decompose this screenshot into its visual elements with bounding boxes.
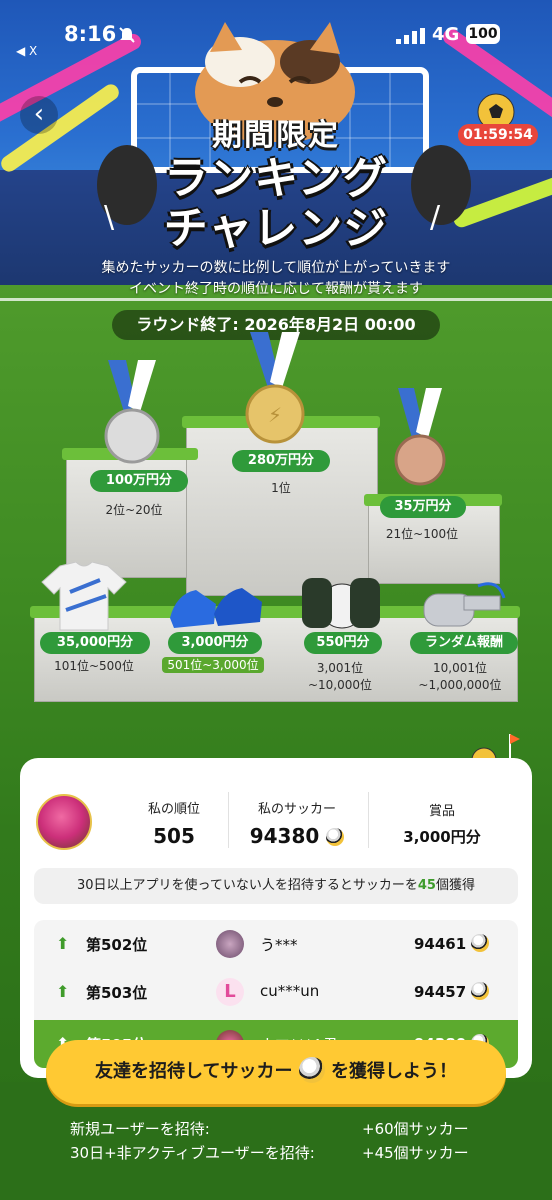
row-score-value: 94457 (414, 983, 467, 1001)
rank-range: 2位~20位 (105, 503, 163, 517)
battery-indicator: 100 (466, 24, 500, 44)
svg-text:⚡: ⚡ (268, 403, 282, 427)
user-avatar (216, 930, 244, 958)
soccer-ball-icon (471, 934, 490, 952)
invite-note-text: 個獲得 (435, 878, 475, 893)
rank-range: 501位~3,000位 (158, 657, 268, 674)
rank-range: 101位~500位 (54, 659, 134, 673)
gold-medal-icon: ⚡ (245, 332, 305, 444)
rank-up-icon: ⬆ (56, 982, 70, 1001)
avatar[interactable] (36, 794, 92, 850)
soccer-ball-icon (471, 982, 490, 1000)
my-rank-label: 私の順位 (147, 802, 200, 817)
rank-range: 21位~100位 (385, 527, 459, 541)
clock: 8:16 (64, 22, 117, 46)
prize-badge: 280万円分 (232, 450, 330, 472)
prize-label: 賞品 (428, 804, 455, 819)
decor-slash: / (430, 200, 441, 235)
jersey-icon (41, 562, 127, 631)
prize-badge: 3,000円分 (168, 632, 262, 654)
whistle-icon (423, 582, 506, 627)
my-rank-value: 505 (153, 824, 195, 848)
back-button[interactable]: ‹ (20, 96, 58, 134)
row-rank: 第503位 (86, 984, 148, 1002)
rank-range: 10,001位 ~1,000,000位 (400, 660, 520, 694)
rank-range-line: ~10,000位 (307, 678, 373, 692)
goalkeeper-gloves-icon (302, 578, 380, 629)
rank-range-line: ~1,000,000位 (418, 678, 502, 692)
reward-value: +45個サッカー (362, 1144, 469, 1162)
row-score-value: 94461 (414, 935, 467, 953)
network-type: 4G (432, 24, 460, 45)
rank-range: 1位 (271, 481, 291, 495)
leaderboard-row: ⬆ 第503位 L cu***un 94457 (34, 968, 518, 1016)
invite-friends-button[interactable]: 友達を招待してサッカー を獲得しよう！ (46, 1040, 506, 1104)
soccer-ball-icon (326, 828, 345, 846)
title-line-2: ランキング (164, 153, 388, 204)
row-score: 94457 (414, 982, 490, 1001)
prize-badge: 35,000円分 (40, 632, 150, 654)
title-line-3: チャレンジ (163, 203, 389, 254)
row-username: う*** (260, 936, 298, 954)
rank-range: 3,001位 ~10,000位 (290, 660, 390, 694)
invite-note-count: 45 (417, 878, 436, 893)
invite-note-text: 30日以上アプリを使っていない人を招待するとサッカーを (76, 878, 418, 893)
row-rank: 第502位 (86, 936, 148, 954)
rank-up-icon: ⬆ (56, 934, 70, 953)
reward-label: 30日+非アクティブユーザーを招待: (70, 1144, 315, 1162)
prize-value: 3,000円分 (403, 828, 481, 846)
back-to-app[interactable]: ◀ X (16, 44, 37, 58)
decor-slash: \ (104, 200, 115, 235)
prize-badge: ランダム報酬 (410, 632, 518, 654)
title-line-1: 期間限定 (212, 118, 340, 153)
silver-medal-icon (104, 360, 160, 464)
prize-badge: 35万円分 (380, 496, 466, 518)
rank-range-highlight: 501位~3,000位 (162, 657, 264, 673)
my-soccer-label: 私のサッカー (257, 802, 336, 817)
row-score: 94461 (414, 934, 490, 953)
reward-value: +60個サッカー (362, 1120, 469, 1138)
invite-note[interactable]: 30日以上アプリを使っていない人を招待するとサッカーを45個獲得 (34, 868, 518, 904)
soccer-shoes-icon (170, 588, 262, 628)
bell-muted-icon (119, 27, 135, 43)
bronze-medal-icon (394, 388, 446, 486)
prize-badge: 550円分 (304, 632, 382, 654)
leaderboard-row: ⬆ 第502位 う*** 94461 (34, 920, 518, 968)
rank-range-line: 3,001位 (316, 661, 364, 675)
chevron-left-icon: ‹ (33, 99, 45, 129)
cta-text: 友達を招待してサッカー (94, 1061, 293, 1082)
user-avatar: L (216, 978, 244, 1006)
divider (228, 792, 229, 848)
description-line: 集めたサッカーの数に比例して順位が上がっていきます (101, 260, 451, 276)
description-line: イベント終了時の順位に応じて報酬が貰えます (129, 281, 423, 297)
my-ranking-card: 私の順位 505 私のサッカー 94380 賞品 3,000円分 30日以上アプ… (20, 758, 532, 1078)
cta-text: を獲得しよう！ (331, 1061, 458, 1082)
divider (368, 792, 369, 848)
signal-icon (396, 28, 425, 44)
soccer-ball-icon (298, 1057, 325, 1083)
rank-range-line: 10,001位 (433, 661, 487, 675)
event-title: 期間限定 ランキング チャレンジ (90, 110, 462, 254)
my-soccer-value: 94380 (232, 824, 362, 848)
status-bar: 8:16 ◀ X 4G 100 (0, 0, 552, 58)
my-soccer-count: 94380 (249, 824, 320, 848)
countdown-timer: 01:59:54 (458, 124, 538, 146)
prize-badge: 100万円分 (90, 470, 188, 492)
event-description: 集めたサッカーの数に比例して順位が上がっていきます イベント終了時の順位に応じて… (40, 258, 512, 300)
reward-label: 新規ユーザーを招待: (70, 1120, 210, 1138)
row-username: cu***un (260, 982, 320, 1000)
